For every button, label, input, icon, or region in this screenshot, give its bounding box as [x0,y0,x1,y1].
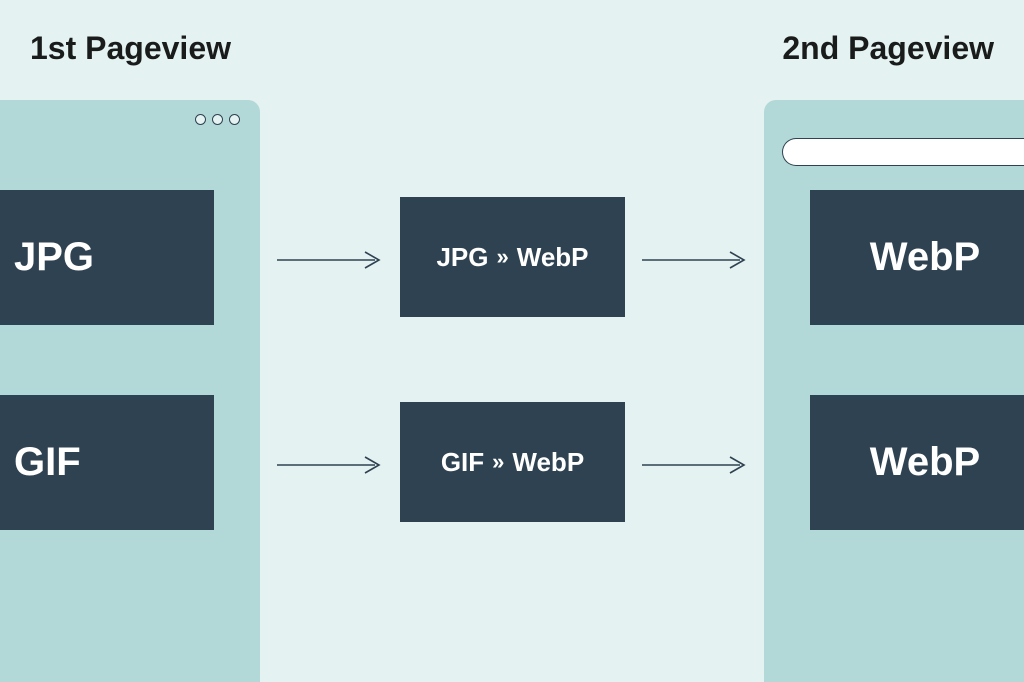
arrow-icon [640,455,750,475]
convert-to-label: WebP [517,242,589,273]
arrow-icon [640,250,750,270]
heading-first-pageview: 1st Pageview [30,30,231,67]
convert-from-label: JPG [436,242,488,273]
chevron-right-icon: » [497,244,503,270]
tile-source-gif: GIF [0,395,214,530]
browser-window-first: JPG GIF [0,100,260,682]
tile-source-jpg: JPG [0,190,214,325]
arrow-icon [275,455,385,475]
browser-address-bar [782,138,1024,166]
chevron-right-icon: » [492,449,498,475]
window-dot-icon [229,114,240,125]
window-dot-icon [212,114,223,125]
convert-from-label: GIF [441,447,484,478]
tile-convert-jpg-webp: JPG » WebP [400,197,625,317]
tile-result-webp-1: WebP [810,190,1024,325]
arrow-icon [275,250,385,270]
window-controls [195,114,240,125]
convert-to-label: WebP [512,447,584,478]
tile-result-webp-2: WebP [810,395,1024,530]
tile-convert-gif-webp: GIF » WebP [400,402,625,522]
window-dot-icon [195,114,206,125]
browser-window-second: WebP WebP [764,100,1024,682]
heading-second-pageview: 2nd Pageview [782,30,994,67]
